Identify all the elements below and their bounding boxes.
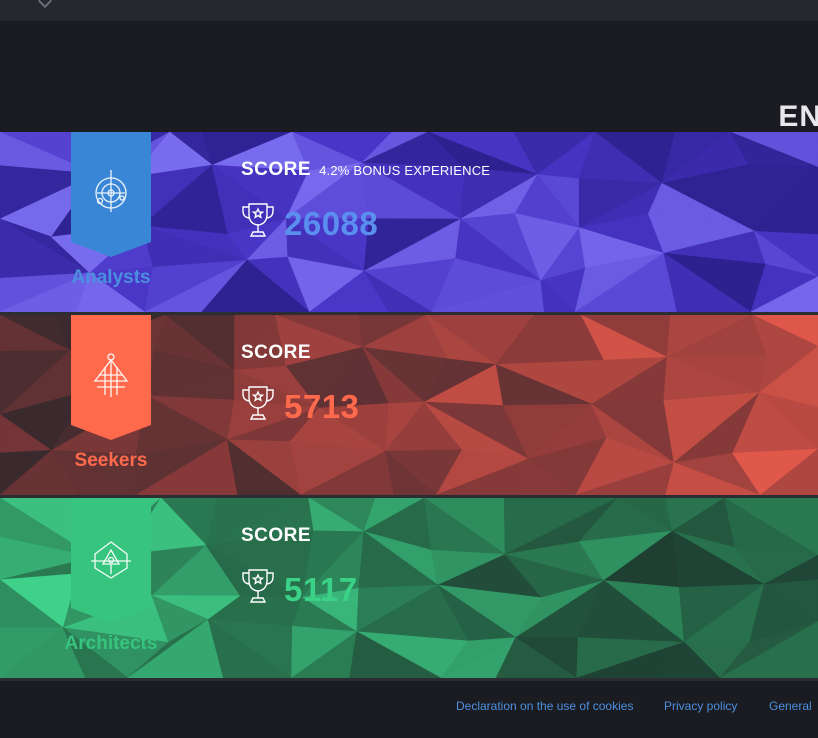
score-label: SCORE	[241, 525, 312, 546]
faction-banner	[71, 498, 151, 623]
trophy-icon	[242, 386, 274, 420]
faction-card-seekers[interactable]: Seekers SCORE 5713	[0, 315, 818, 495]
seekers-emblem-icon	[93, 353, 129, 397]
faction-card-architects[interactable]: Architects SCORE 5117	[0, 498, 818, 678]
page-title: EN	[778, 100, 818, 133]
faction-name: Analysts	[71, 267, 151, 288]
footer: Declaration on the use of cookies Privac…	[0, 681, 818, 738]
score-value: 26088	[284, 205, 379, 242]
analysts-emblem-icon	[95, 170, 127, 212]
score-label: SCORE 4.2% BONUS EXPERIENCE	[241, 158, 490, 183]
footer-link-general[interactable]: General	[769, 698, 812, 714]
score-label-text: SCORE	[241, 159, 312, 180]
architects-emblem-icon	[91, 541, 131, 579]
score-label: SCORE	[241, 342, 312, 363]
footer-link-cookies[interactable]: Declaration on the use of cookies	[456, 698, 633, 714]
score-value: 5713	[284, 388, 360, 425]
faction-name: Seekers	[74, 450, 148, 471]
bonus-experience: 4.2% BONUS EXPERIENCE	[319, 163, 491, 178]
score-value: 5117	[284, 571, 358, 608]
trophy-icon	[242, 203, 274, 237]
footer-link-privacy[interactable]: Privacy policy	[664, 698, 737, 714]
faction-name: Architects	[64, 633, 158, 654]
top-bar	[0, 0, 818, 21]
chevron-down-icon[interactable]	[37, 0, 53, 9]
faction-card-analysts[interactable]: Analysts SCORE 4.2% BONUS EXPERIENCE 2608…	[0, 132, 818, 312]
page-header: EN	[0, 21, 818, 133]
faction-banner	[71, 315, 151, 440]
faction-banner	[71, 132, 151, 257]
trophy-icon	[242, 569, 274, 603]
